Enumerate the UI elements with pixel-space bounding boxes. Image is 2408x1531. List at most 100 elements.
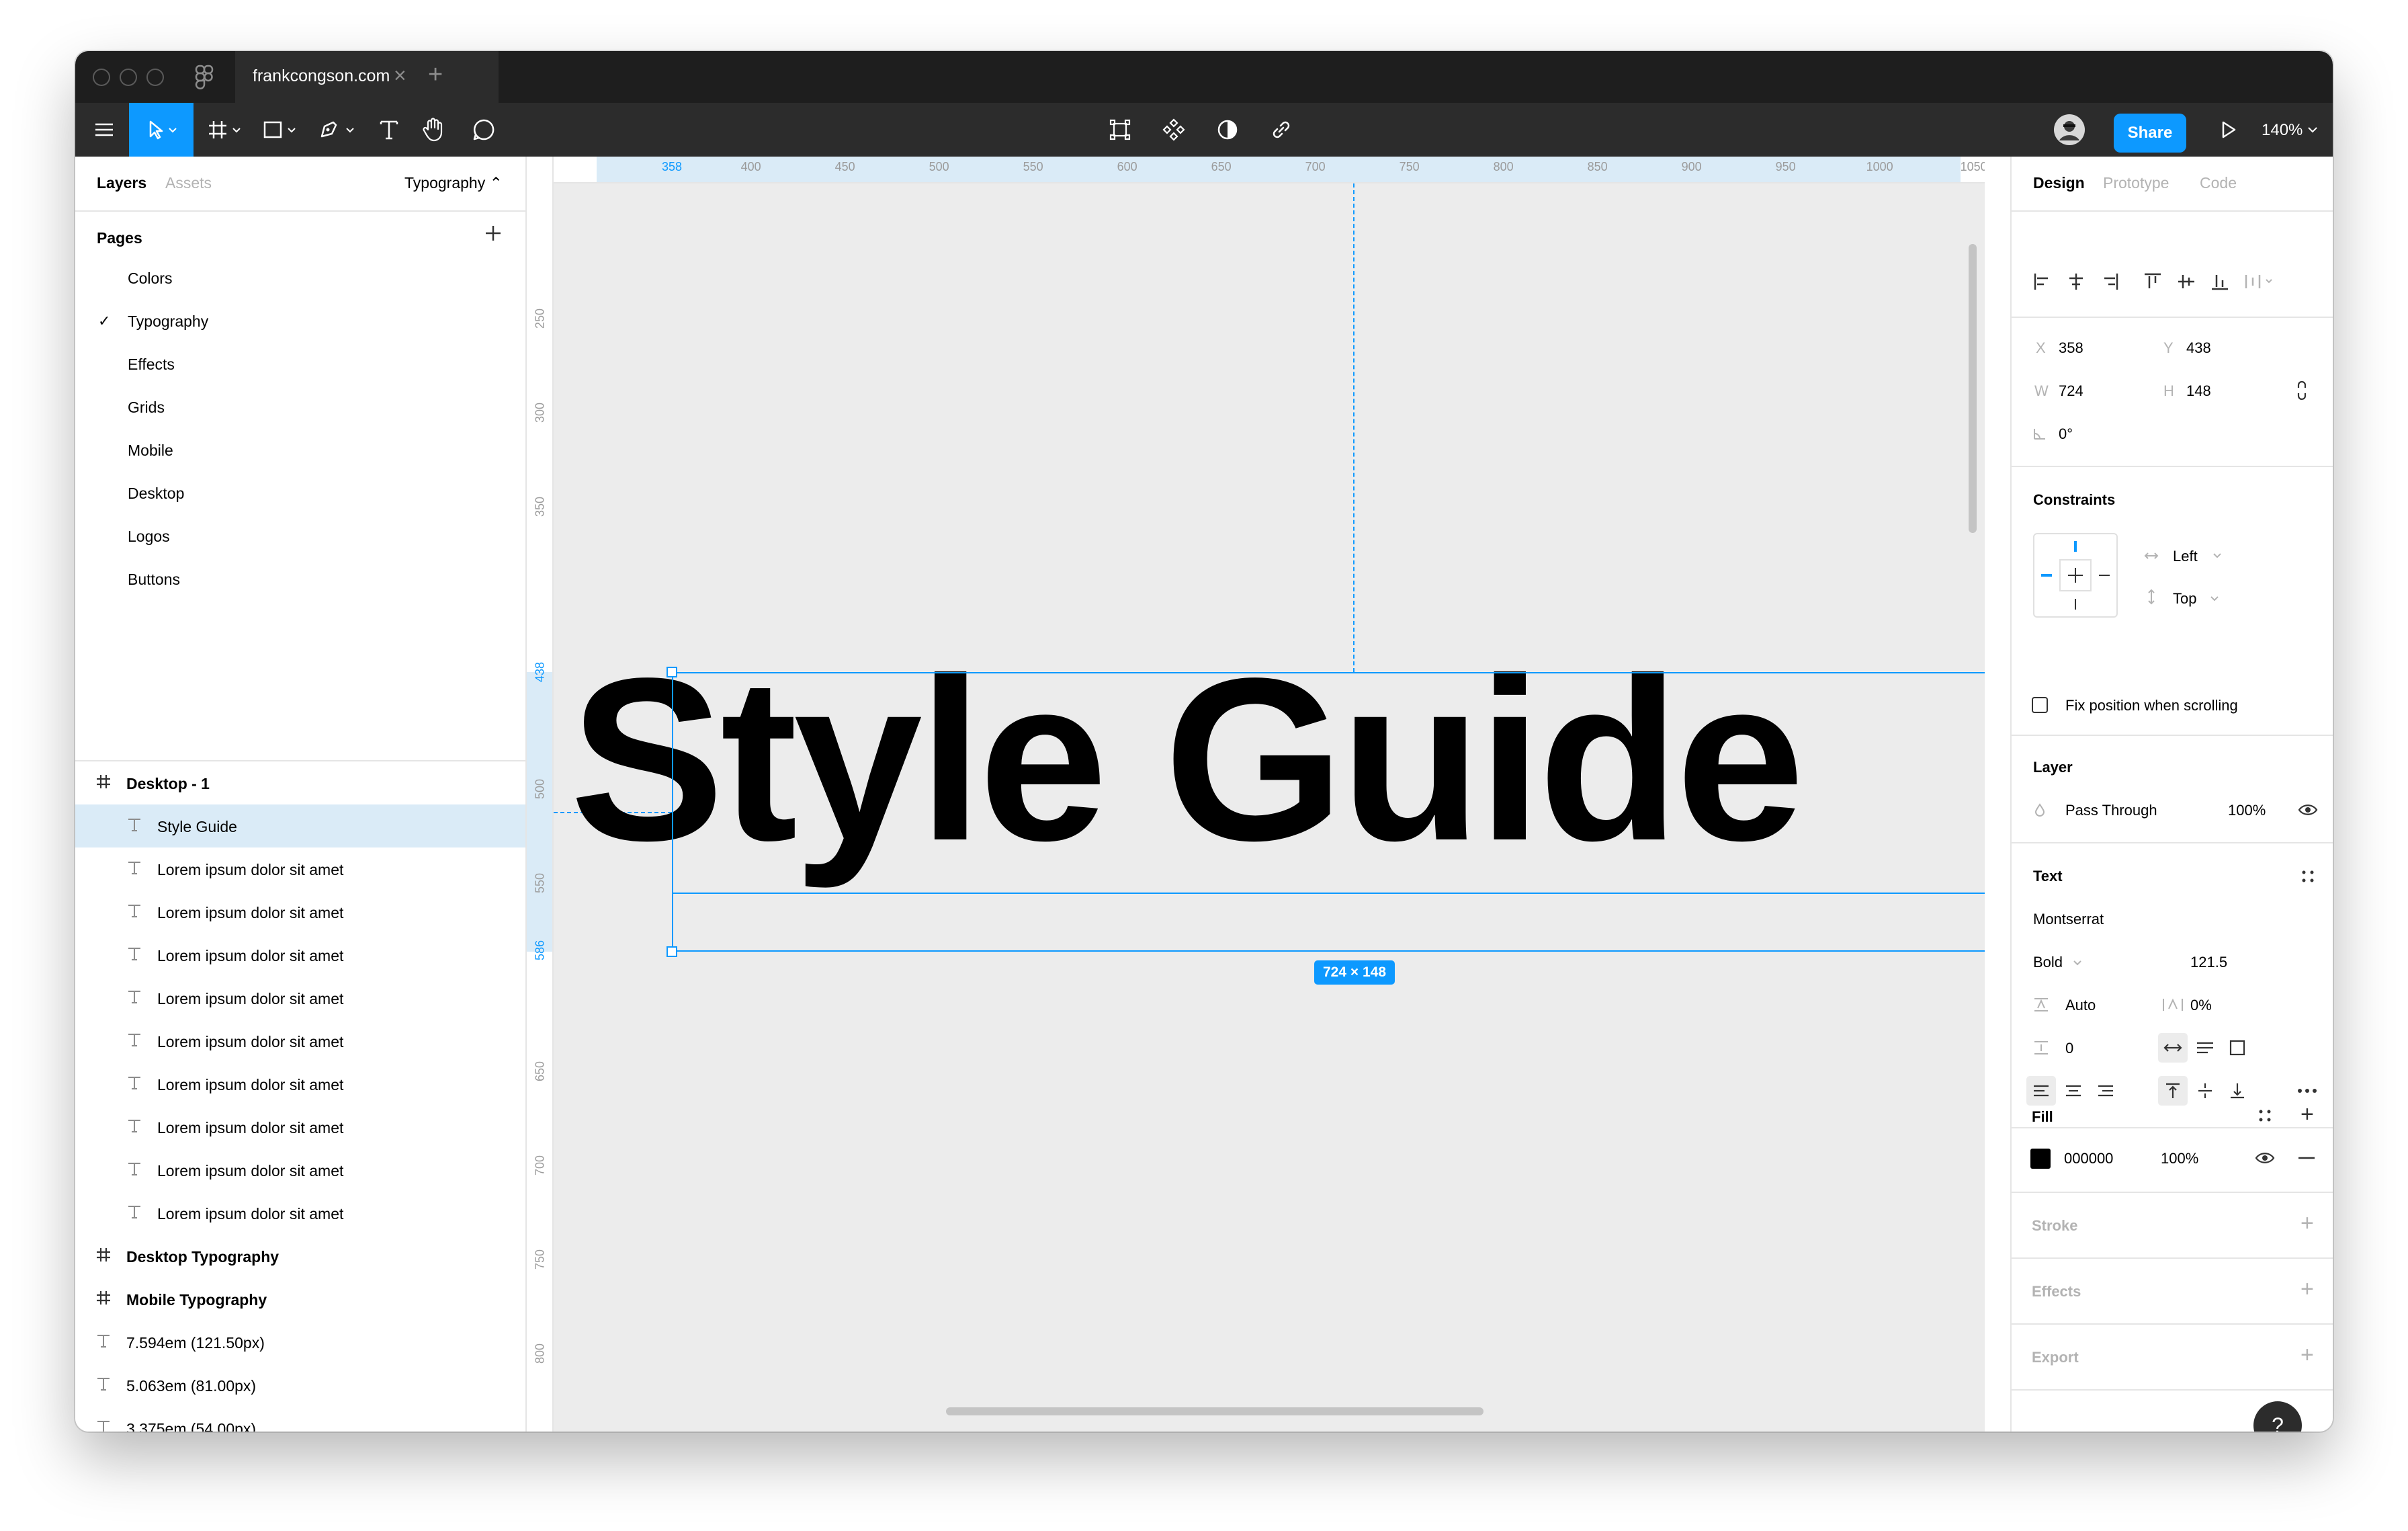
text-layer-row[interactable]: Lorem ipsum dolor sit amet (75, 1149, 525, 1192)
zoom-dropdown[interactable]: 140% (2262, 121, 2303, 140)
align-top-icon[interactable] (2139, 268, 2166, 295)
pen-tool-icon[interactable] (313, 103, 364, 157)
frame-layer-row[interactable]: Desktop - 1 (75, 761, 525, 804)
fix-position-checkbox[interactable] (2032, 697, 2048, 713)
page-item[interactable]: Grids (75, 385, 525, 428)
text-layer-row[interactable]: Lorem ipsum dolor sit amet (75, 847, 525, 891)
page-item[interactable]: Buttons (75, 557, 525, 600)
text-layer-row[interactable]: Style Guide (75, 804, 525, 847)
frame-tool-icon[interactable] (203, 103, 250, 157)
align-left-icon[interactable] (2029, 268, 2056, 295)
tab-prototype[interactable]: Prototype (2103, 174, 2169, 192)
constrain-proportions-icon[interactable] (2292, 378, 2311, 403)
tab-code[interactable]: Code (2200, 174, 2237, 192)
new-tab-icon[interactable]: + (428, 60, 443, 89)
paragraph-spacing-input[interactable]: 0 (2065, 1040, 2073, 1057)
resize-handle[interactable] (666, 946, 677, 957)
x-input[interactable]: 358 (2059, 339, 2083, 357)
text-layer-row[interactable]: Lorem ipsum dolor sit amet (75, 1106, 525, 1149)
layer-opacity-input[interactable]: 100% (2228, 802, 2266, 819)
main-menu-icon[interactable] (87, 103, 121, 157)
font-family-dropdown[interactable]: Montserrat (2033, 911, 2104, 928)
font-weight-dropdown[interactable]: Bold (2033, 954, 2063, 971)
text-align-middle-icon[interactable] (2190, 1076, 2220, 1106)
text-align-right-icon[interactable] (2091, 1076, 2120, 1106)
text-layer-row[interactable]: Lorem ipsum dolor sit amet (75, 934, 525, 977)
height-input[interactable]: 148 (2186, 382, 2211, 400)
chevron-down-icon[interactable] (2305, 103, 2321, 157)
selection-box[interactable] (672, 672, 1985, 952)
align-bottom-icon[interactable] (2206, 268, 2233, 295)
letter-spacing-input[interactable]: 0% (2190, 997, 2212, 1014)
frame-layer-row[interactable]: Desktop Typography (75, 1235, 525, 1278)
horizontal-scrollbar[interactable] (946, 1407, 1484, 1415)
page-item[interactable]: Desktop (75, 471, 525, 514)
link-icon[interactable] (1264, 103, 1298, 157)
rotation-input[interactable]: 0° (2059, 425, 2073, 443)
line-height-input[interactable]: Auto (2065, 997, 2096, 1014)
text-layer-row[interactable]: Lorem ipsum dolor sit amet (75, 977, 525, 1020)
page-item[interactable]: Mobile (75, 428, 525, 471)
text-layer-row[interactable]: 5.063em (81.00px) (75, 1364, 525, 1407)
text-align-center-icon[interactable] (2059, 1076, 2088, 1106)
create-component-icon[interactable] (1103, 103, 1137, 157)
vertical-constraint-dropdown[interactable]: Top (2173, 590, 2196, 608)
y-input[interactable]: 438 (2186, 339, 2211, 357)
page-selector[interactable]: Typography ⌃ (404, 174, 503, 192)
constraint-widget[interactable] (2033, 533, 2118, 618)
frame-layer-row[interactable]: Mobile Typography (75, 1278, 525, 1321)
page-item[interactable]: ✓ Typography (75, 299, 525, 342)
horizontal-constraint-dropdown[interactable]: Left (2173, 548, 2198, 565)
text-align-bottom-icon[interactable] (2223, 1076, 2252, 1106)
blend-mode-dropdown[interactable]: Pass Through (2065, 802, 2157, 819)
tab-assets[interactable]: Assets (165, 174, 212, 192)
chevron-down-icon[interactable] (2071, 956, 2084, 970)
maximize-window-button[interactable] (146, 69, 164, 86)
font-size-input[interactable]: 121.5 (2190, 954, 2227, 971)
distribute-icon[interactable] (2240, 268, 2280, 295)
text-layer-row[interactable]: Lorem ipsum dolor sit amet (75, 1192, 525, 1235)
text-align-left-icon[interactable] (2026, 1076, 2056, 1106)
text-layer-row[interactable]: Lorem ipsum dolor sit amet (75, 1063, 525, 1106)
text-layer-row[interactable]: 7.594em (121.50px) (75, 1321, 525, 1364)
hand-tool-icon[interactable] (413, 103, 453, 157)
share-button[interactable]: Share (2114, 114, 2186, 153)
close-window-button[interactable] (93, 69, 110, 86)
minimize-window-button[interactable] (120, 69, 137, 86)
more-options-icon[interactable] (2292, 1076, 2322, 1106)
page-item[interactable]: Logos (75, 514, 525, 557)
comment-tool-icon[interactable] (464, 103, 504, 157)
avatar[interactable] (2051, 103, 2088, 157)
align-horizontal-center-icon[interactable] (2063, 268, 2090, 295)
chevron-down-icon[interactable] (2208, 592, 2221, 606)
text-layer-row[interactable]: Lorem ipsum dolor sit amet (75, 891, 525, 934)
move-tool-button[interactable] (129, 103, 194, 157)
page-item[interactable]: Effects (75, 342, 525, 385)
figma-logo-icon[interactable] (195, 65, 214, 90)
add-page-icon[interactable] (484, 224, 503, 246)
mask-icon[interactable] (1211, 103, 1244, 157)
page-item[interactable]: Colors (75, 256, 525, 299)
text-layer-row[interactable]: 3.375em (54.00px) (75, 1407, 525, 1432)
vertical-scrollbar[interactable] (1969, 244, 1977, 533)
component-icon[interactable] (1157, 103, 1191, 157)
shape-tool-icon[interactable] (258, 103, 305, 157)
tab-close-icon[interactable]: × (394, 63, 406, 88)
eye-icon[interactable] (2296, 800, 2319, 819)
text-styles-icon[interactable] (2296, 865, 2319, 888)
resize-handle[interactable] (666, 667, 677, 677)
tab-layers[interactable]: Layers (97, 174, 146, 192)
auto-height-icon[interactable] (2190, 1033, 2220, 1063)
tab-design[interactable]: Design (2033, 174, 2085, 192)
canvas[interactable]: 358 400 450 500 550 600 650 700 750 800 850 900 950 1… (527, 157, 1985, 1432)
align-vertical-center-icon[interactable] (2173, 268, 2200, 295)
text-align-top-icon[interactable] (2158, 1076, 2188, 1106)
auto-width-icon[interactable] (2158, 1033, 2188, 1063)
text-tool-icon[interactable] (372, 103, 406, 157)
fixed-size-icon[interactable] (2223, 1033, 2252, 1063)
chevron-down-icon[interactable] (2210, 549, 2224, 563)
present-play-icon[interactable] (2212, 103, 2245, 157)
align-right-icon[interactable] (2096, 268, 2123, 295)
text-layer-row[interactable]: Lorem ipsum dolor sit amet (75, 1020, 525, 1063)
width-input[interactable]: 724 (2059, 382, 2083, 400)
